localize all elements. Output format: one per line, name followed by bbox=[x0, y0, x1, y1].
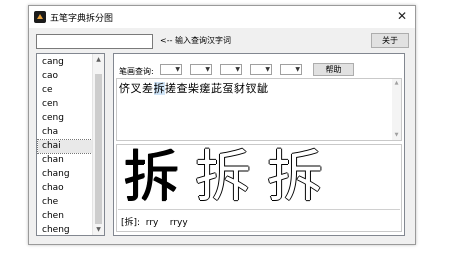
glyph-solid: 拆 bbox=[123, 145, 179, 210]
app-icon bbox=[34, 11, 46, 23]
chevron-down-icon: ▼ bbox=[205, 66, 210, 73]
pinyin-item-cao[interactable]: cao bbox=[42, 70, 58, 83]
pinyin-item-chang[interactable]: chang bbox=[42, 168, 70, 181]
chars-before[interactable]: 侪叉差 bbox=[119, 82, 154, 95]
stroke-combo-5[interactable]: ▼ bbox=[280, 64, 302, 75]
detail-panel: 笔画查询: ▼ ▼ ▼ ▼ ▼ 帮助 侪叉差拆搓查柴瘥茈虿豺钗龇 ▲ ▼ 拆 拆… bbox=[113, 53, 405, 236]
title-bar[interactable]: 五笔字典拆分图 ✕ bbox=[29, 6, 415, 28]
about-button[interactable]: 关于 bbox=[371, 33, 409, 48]
pinyin-item-chao[interactable]: chao bbox=[42, 182, 64, 195]
chevron-down-icon: ▼ bbox=[235, 66, 240, 73]
stroke-lookup-label: 笔画查询: bbox=[119, 67, 154, 76]
chevron-down-icon: ▼ bbox=[175, 66, 180, 73]
stroke-combo-4[interactable]: ▼ bbox=[250, 64, 272, 75]
pinyin-item-cha[interactable]: cha bbox=[42, 126, 58, 139]
scroll-up-icon[interactable]: ▲ bbox=[392, 79, 401, 88]
scroll-up-icon[interactable]: ▲ bbox=[93, 54, 104, 65]
close-button[interactable]: ✕ bbox=[395, 9, 409, 23]
help-button[interactable]: 帮助 bbox=[313, 63, 354, 76]
divider bbox=[118, 209, 400, 210]
character-list[interactable]: 侪叉差拆搓查柴瘥茈虿豺钗龇 ▲ ▼ bbox=[116, 78, 402, 141]
chars-after[interactable]: 搓查柴瘥茈虿豺钗龇 bbox=[165, 82, 269, 95]
pinyin-scrollbar[interactable]: ▲ ▼ bbox=[92, 54, 104, 235]
chevron-down-icon: ▼ bbox=[265, 66, 270, 73]
pinyin-item-ce[interactable]: ce bbox=[42, 84, 53, 97]
pinyin-item-chai[interactable]: chai bbox=[37, 139, 95, 154]
pinyin-item-chen[interactable]: chen bbox=[42, 210, 64, 223]
stroke-combo-2[interactable]: ▼ bbox=[190, 64, 212, 75]
character-row[interactable]: 侪叉差拆搓查柴瘥茈虿豺钗龇 bbox=[119, 80, 269, 96]
decomposition-view: 拆 拆 拆 [拆]: rry rryy bbox=[116, 144, 402, 232]
pinyin-item-cang[interactable]: cang bbox=[42, 56, 64, 69]
window-title: 五笔字典拆分图 bbox=[50, 14, 114, 24]
query-hint: <-- 输入查询汉字词 bbox=[160, 36, 232, 45]
chevron-down-icon: ▼ bbox=[295, 66, 300, 73]
character-scrollbar[interactable]: ▲ ▼ bbox=[392, 79, 401, 140]
app-window: 五笔字典拆分图 ✕ <-- 输入查询汉字词 关于 cang cao ce cen… bbox=[28, 5, 416, 245]
pinyin-list[interactable]: cang cao ce cen ceng cha chai chan chang… bbox=[36, 53, 105, 236]
glyph-outline-split: 拆 bbox=[267, 145, 323, 210]
scroll-down-icon[interactable]: ▼ bbox=[93, 224, 104, 235]
pinyin-item-ceng[interactable]: ceng bbox=[42, 112, 64, 125]
scroll-thumb[interactable] bbox=[95, 74, 102, 224]
pinyin-item-cen[interactable]: cen bbox=[42, 98, 58, 111]
scroll-down-icon[interactable]: ▼ bbox=[392, 131, 401, 140]
pinyin-item-che[interactable]: che bbox=[42, 196, 58, 209]
pinyin-item-chan[interactable]: chan bbox=[42, 154, 64, 167]
pinyin-item-cheng[interactable]: cheng bbox=[42, 224, 70, 235]
stroke-combo-3[interactable]: ▼ bbox=[220, 64, 242, 75]
wubi-code: [拆]: rry rryy bbox=[121, 218, 188, 228]
selected-character[interactable]: 拆 bbox=[153, 82, 165, 95]
glyph-outline: 拆 bbox=[195, 145, 251, 210]
query-input[interactable] bbox=[36, 34, 153, 49]
stroke-combo-1[interactable]: ▼ bbox=[160, 64, 182, 75]
